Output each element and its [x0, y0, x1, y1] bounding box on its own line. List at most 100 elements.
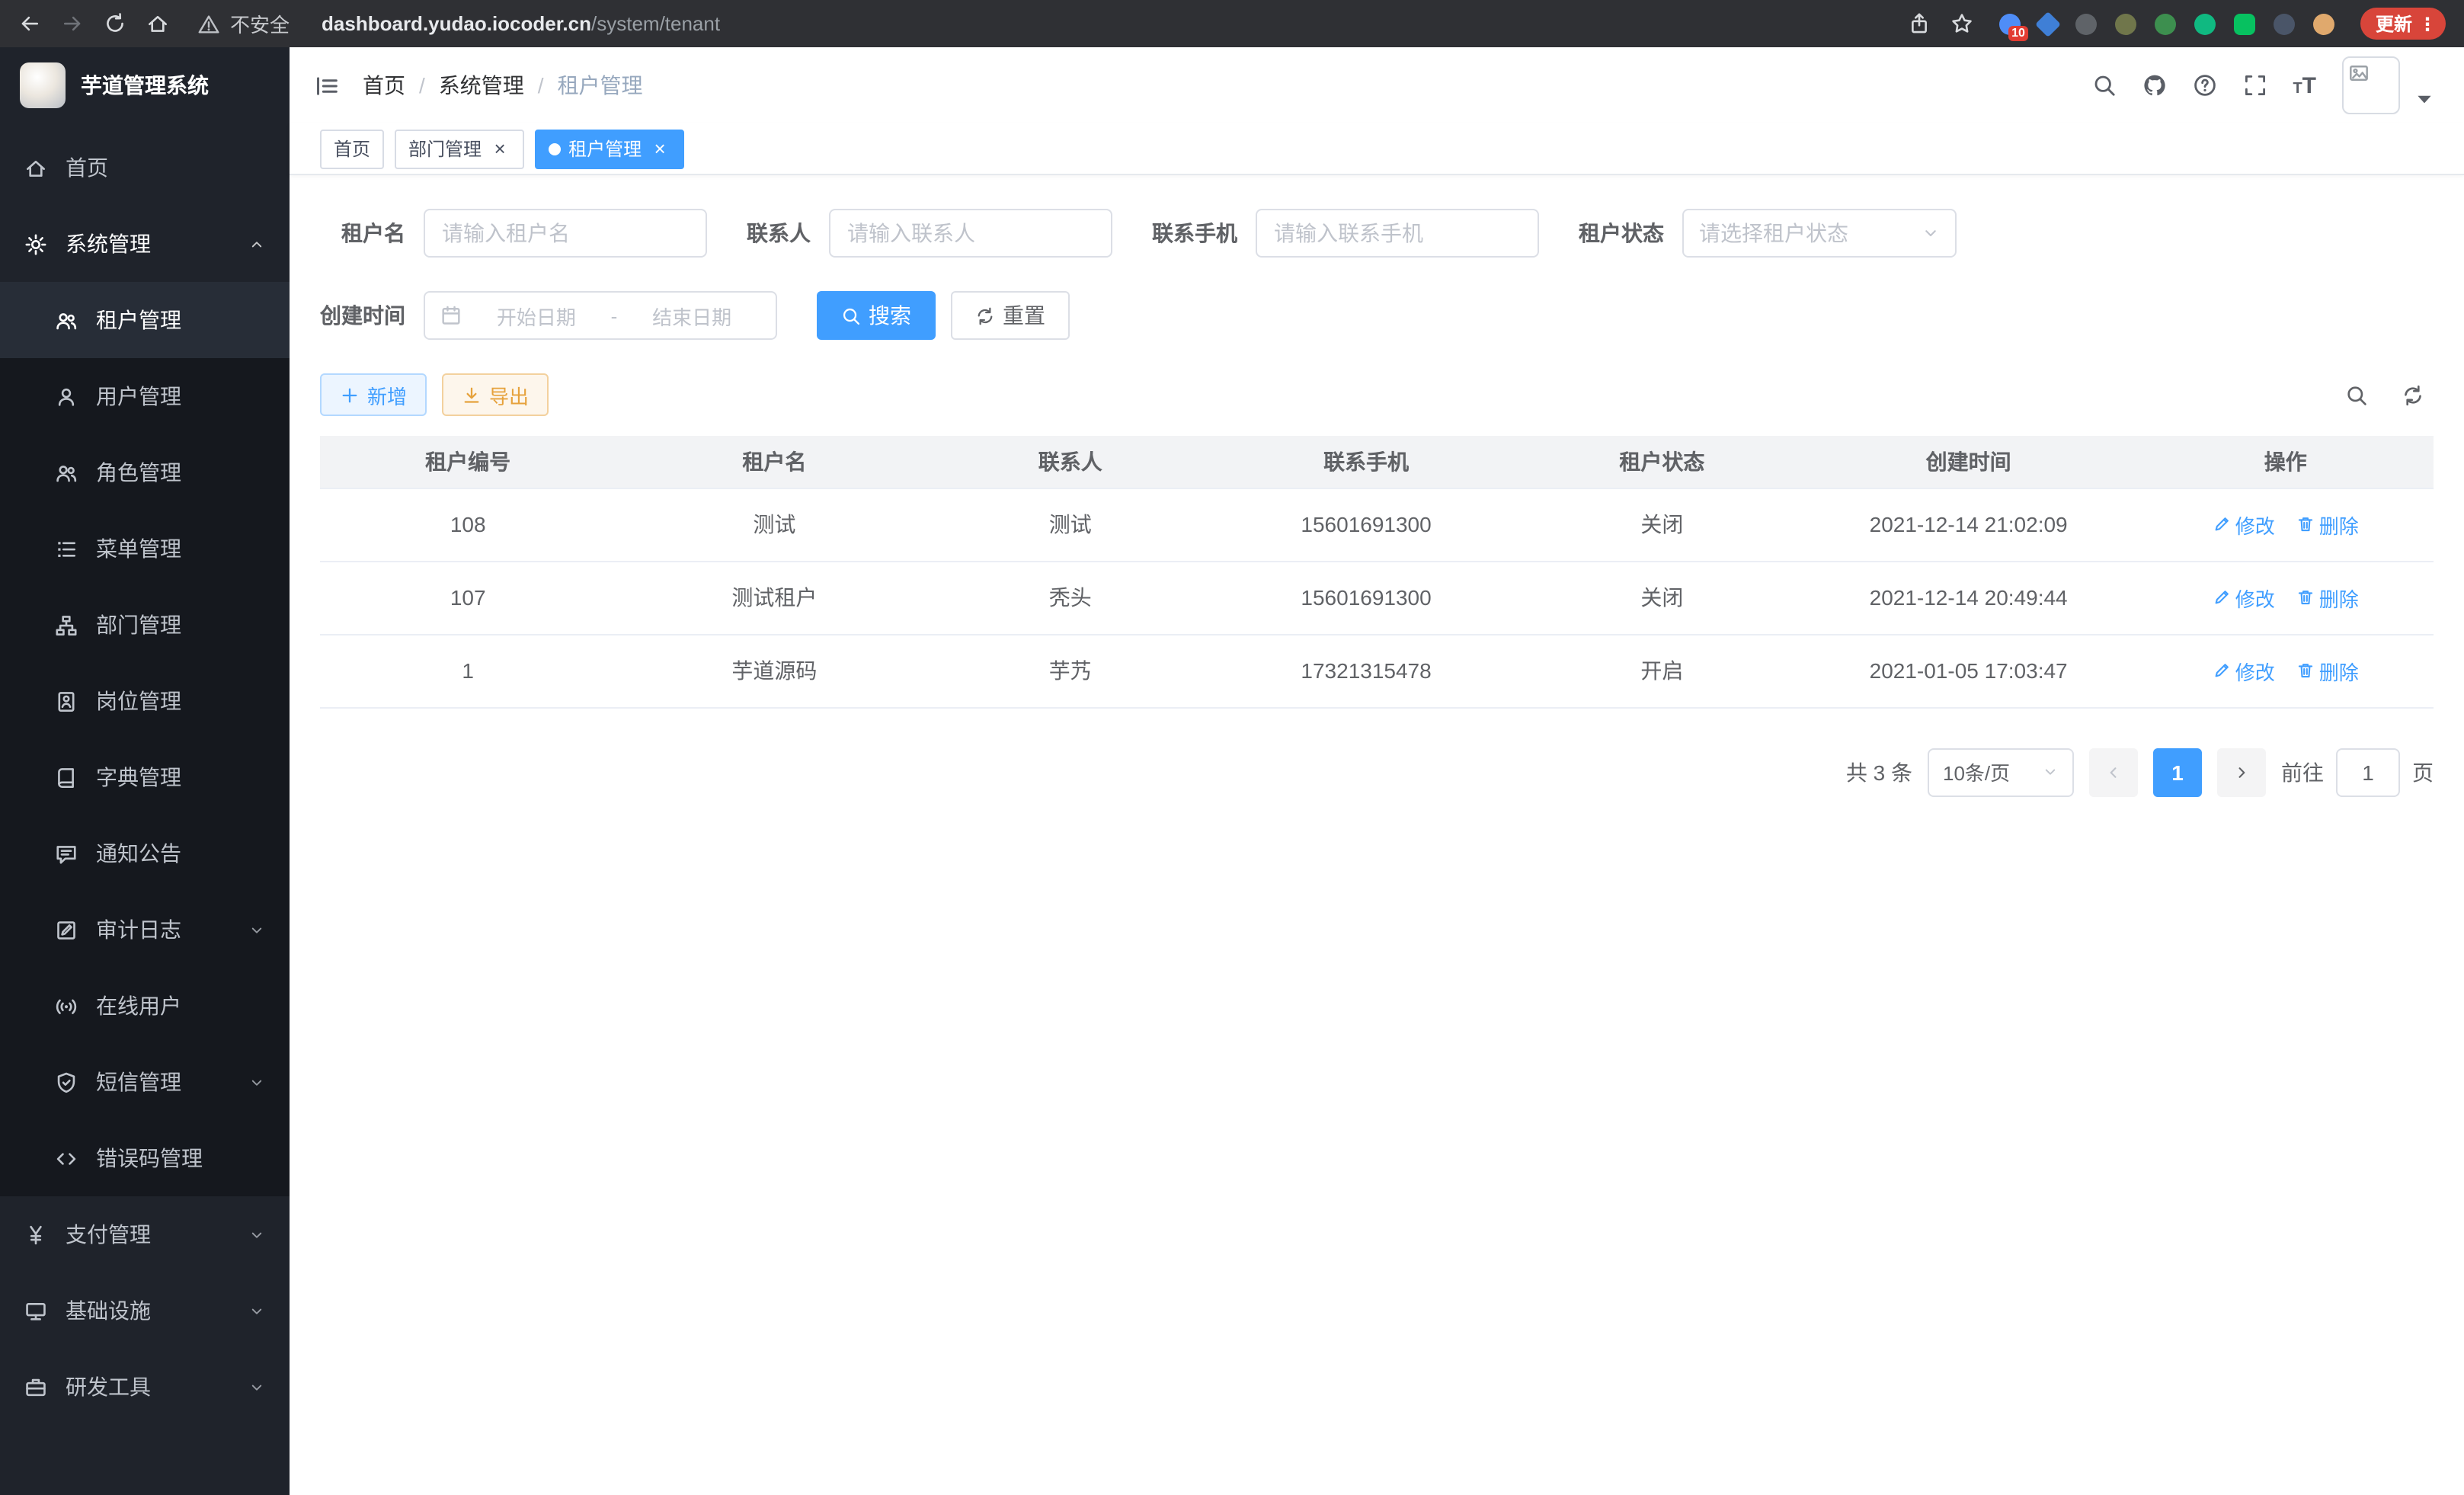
fullscreen-icon[interactable]: [2242, 73, 2267, 98]
sidebar-item-online[interactable]: 在线用户: [0, 968, 290, 1044]
extension-diamond-icon[interactable]: [2035, 11, 2061, 37]
sidebar-item-tenant[interactable]: 租户管理: [0, 282, 290, 358]
export-button[interactable]: 导出: [442, 373, 549, 416]
tab-home[interactable]: 首页: [320, 129, 384, 168]
cell-actions: 修改删除: [2138, 634, 2434, 707]
sidebar-collapse-icon[interactable]: [314, 72, 340, 98]
tab-tenant[interactable]: 租户管理×: [535, 129, 684, 168]
tab-dept[interactable]: 部门管理×: [395, 129, 524, 168]
address-url[interactable]: dashboard.yudao.iocoder.cn/system/tenant: [322, 12, 720, 35]
contact-input[interactable]: [829, 209, 1112, 258]
sidebar-item-errcode[interactable]: 错误码管理: [0, 1120, 290, 1196]
extension-plug-icon[interactable]: [2274, 13, 2295, 34]
delete-link[interactable]: 删除: [2296, 583, 2359, 612]
sidebar-item-infra[interactable]: 基础设施: [0, 1273, 290, 1349]
add-button[interactable]: 新增: [320, 373, 427, 416]
create-time-range-picker[interactable]: 开始日期 - 结束日期: [424, 291, 777, 340]
breadcrumb-item[interactable]: 租户管理: [558, 70, 643, 101]
update-button[interactable]: 更新 ⋮: [2360, 8, 2446, 40]
sidebar-item-dict[interactable]: 字典管理: [0, 739, 290, 815]
breadcrumb-item[interactable]: 系统管理: [439, 70, 524, 101]
forward-icon[interactable]: [61, 12, 84, 35]
edit-link[interactable]: 修改: [2213, 583, 2275, 612]
sidebar-item-label: 用户管理: [96, 381, 181, 411]
sidebar-item-menu[interactable]: 菜单管理: [0, 511, 290, 587]
navbar-right: TT: [2091, 56, 2437, 114]
sidebar-item-notice[interactable]: 通知公告: [0, 815, 290, 892]
sidebar-item-sms[interactable]: 短信管理: [0, 1044, 290, 1120]
filter-tenant-name: 租户名: [320, 209, 707, 258]
sidebar-item-label: 系统管理: [66, 229, 151, 259]
update-label: 更新: [2376, 11, 2412, 37]
app-logo[interactable]: 芋道管理系统: [0, 47, 290, 123]
tab-close-icon[interactable]: ×: [489, 138, 510, 159]
reset-button-label: 重置: [1003, 300, 1045, 331]
plus-icon: [340, 385, 360, 405]
sidebar-item-log[interactable]: 审计日志: [0, 892, 290, 968]
github-icon[interactable]: [2142, 73, 2166, 98]
table-row: 1芋道源码芋艿17321315478开启2021-01-05 17:03:47修…: [320, 634, 2434, 707]
tenant-name-input[interactable]: [424, 209, 707, 258]
toggle-search-icon[interactable]: [2345, 383, 2368, 406]
reset-button[interactable]: 重置: [951, 291, 1070, 340]
chevron-down-icon: [248, 1378, 265, 1395]
sidebar-item-dept[interactable]: 部门管理: [0, 587, 290, 663]
page-size-value: 10条/页: [1943, 757, 2010, 786]
sidebar-item-devtool[interactable]: 研发工具: [0, 1349, 290, 1425]
help-icon[interactable]: [2192, 73, 2216, 98]
sidebar-item-role[interactable]: 角色管理: [0, 434, 290, 511]
extension-globe-icon[interactable]: [2075, 13, 2097, 34]
extension-olive-icon[interactable]: [2115, 13, 2136, 34]
avatar-caret-down-icon[interactable]: [2412, 87, 2437, 111]
extension-blue-icon[interactable]: 10: [1999, 13, 2021, 34]
sidebar-item-label: 研发工具: [66, 1372, 151, 1402]
edit-link[interactable]: 修改: [2213, 510, 2275, 539]
sidebar-item-post[interactable]: 岗位管理: [0, 663, 290, 739]
extension-chat-icon[interactable]: [2234, 13, 2255, 34]
breadcrumb-item[interactable]: 首页: [363, 70, 405, 101]
extension-badge: 10: [2008, 25, 2028, 40]
search-button[interactable]: 搜索: [817, 291, 936, 340]
extension-green-icon[interactable]: [2155, 13, 2176, 34]
site-security-chip[interactable]: 不安全: [198, 9, 290, 38]
extension-teal-icon[interactable]: [2194, 13, 2216, 34]
bookmark-star-icon[interactable]: [1950, 12, 1973, 35]
sidebar-item-label: 首页: [66, 152, 108, 183]
next-page-button[interactable]: [2217, 748, 2266, 796]
back-icon[interactable]: [18, 12, 41, 35]
content: 租户名 联系人 联系手机 租户状态 请选择租户状态: [290, 175, 2464, 1495]
page-size-select[interactable]: 10条/页: [1928, 748, 2074, 796]
sms-icon: [55, 1071, 78, 1093]
font-size-icon[interactable]: TT: [2293, 72, 2316, 98]
cell-status: 开启: [1525, 634, 1800, 707]
sidebar-item-system[interactable]: 系统管理: [0, 206, 290, 282]
search-icon: [841, 306, 861, 325]
delete-link[interactable]: 删除: [2296, 656, 2359, 685]
page-number-button[interactable]: 1: [2153, 748, 2202, 796]
header-search-icon[interactable]: [2091, 73, 2116, 98]
prev-page-button[interactable]: [2089, 748, 2138, 796]
edit-link[interactable]: 修改: [2213, 656, 2275, 685]
reload-icon[interactable]: [104, 12, 126, 35]
date-separator: -: [611, 304, 618, 327]
table-refresh-icon[interactable]: [2402, 383, 2424, 406]
delete-icon: [2296, 588, 2315, 607]
tab-close-icon[interactable]: ×: [649, 138, 670, 159]
cell-created: 2021-12-14 21:02:09: [1800, 488, 2138, 561]
sidebar-item-user[interactable]: 用户管理: [0, 358, 290, 434]
extension-face-icon[interactable]: [2313, 13, 2334, 34]
column-header: 联系人: [933, 436, 1208, 488]
avatar[interactable]: [2342, 56, 2400, 114]
browser-home-icon[interactable]: [146, 12, 169, 35]
sidebar-item-home[interactable]: 首页: [0, 130, 290, 206]
sidebar-item-pay[interactable]: 支付管理: [0, 1196, 290, 1273]
goto-page-input[interactable]: [2336, 748, 2400, 796]
share-icon[interactable]: [1908, 12, 1931, 35]
tenant-status-select[interactable]: 请选择租户状态: [1682, 209, 1957, 258]
home-icon: [24, 156, 47, 179]
mobile-input[interactable]: [1256, 209, 1539, 258]
delete-link[interactable]: 删除: [2296, 510, 2359, 539]
cell-name: 芋道源码: [616, 634, 933, 707]
column-header: 租户名: [616, 436, 933, 488]
tab-label: 首页: [334, 136, 370, 162]
